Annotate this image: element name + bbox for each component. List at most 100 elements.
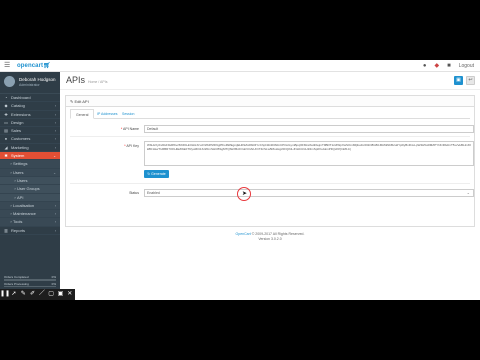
status-row: Status Enabled ⌄ ➤ (70, 187, 474, 204)
sidebar-item-system[interactable]: ✱ System ⌄ (0, 152, 60, 161)
sidebar-item-localisation[interactable]: › Localisation › (0, 201, 60, 211)
close-icon[interactable]: ✕ (65, 289, 74, 300)
chevron-icon: › (54, 137, 56, 142)
page-header: APIs Home / APIs ▣ ↩ (60, 72, 480, 90)
sidebar-item-label: Catalog (11, 103, 25, 109)
logo[interactable]: opencart🛒︎ (17, 62, 51, 70)
camera-icon[interactable]: ▣ (56, 289, 65, 300)
pointer-icon[interactable]: ➚ (9, 289, 18, 300)
sidebar-item-users[interactable]: › Users ⌄ (0, 168, 60, 177)
save-button[interactable]: ▣ (454, 76, 463, 85)
footer: OpenCart © 2009-2017 All Rights Reserved… (60, 232, 480, 241)
chevron-icon: ⌄ (53, 154, 56, 159)
sidebar-item-label: Tools (13, 219, 23, 225)
main-content: APIs Home / APIs ▣ ↩ ✎ Edit API General … (60, 72, 480, 300)
progress-bar (4, 279, 56, 281)
tab-general[interactable]: General (70, 109, 95, 119)
sidebar-item-label: Localisation (13, 202, 35, 208)
chevron-icon: › (54, 203, 56, 208)
logout-link[interactable]: Logout (459, 62, 474, 70)
television-icon: ▭ (4, 119, 8, 125)
sidebar-item-customers[interactable]: ● Customers › (0, 135, 60, 144)
sidebar-item-catalog[interactable]: ◆ Catalog › (0, 102, 60, 111)
breadcrumb[interactable]: Home / APIs (88, 80, 107, 84)
sidebar-item-reports[interactable]: ▥ Reports › (0, 227, 60, 236)
cart-icon: 🛒︎ (43, 63, 51, 69)
bar-chart-icon: ▥ (4, 227, 8, 233)
footer-copyright: © 2009-2017 All Rights Reserved. (250, 232, 305, 236)
sidebar-item-label: User Groups (17, 186, 40, 192)
sidebar-item-user-groups[interactable]: › User Groups (0, 185, 60, 194)
sidebar-item-sales[interactable]: ▤ Sales › (0, 127, 60, 136)
api-name-row: * API Name Default (70, 124, 474, 137)
sidebar-item-label: Extensions (11, 111, 31, 117)
sidebar-item-users[interactable]: › Users (0, 176, 60, 186)
sidebar-item-label: API (17, 194, 24, 200)
api-key-row: * API Key WbHxXyFs9GF9sRfbvc5t6FbHn0HtLX… (70, 141, 474, 184)
chevron-down-icon: ⌄ (466, 190, 470, 195)
status-select[interactable]: Enabled ⌄ ➤ (144, 187, 474, 201)
chevron-icon: › (54, 120, 56, 125)
top-header: ☰ opencart🛒︎ ● ◆ ■ Logout (0, 60, 480, 72)
sidebar-item-label: Users (17, 177, 28, 183)
header-actions: ● ◆ ■ Logout (423, 62, 474, 70)
store-icon[interactable]: ◆ (434, 62, 439, 70)
chevron-icon: › (54, 112, 56, 117)
highlighter-icon[interactable]: ✐ (28, 289, 37, 300)
api-key-label: * API Key (124, 144, 139, 148)
sidebar-item-label: Users (13, 169, 24, 175)
panel-heading: ✎ Edit API (66, 96, 474, 107)
pen-icon[interactable]: ✎ (19, 289, 28, 300)
help-icon[interactable]: ■ (447, 62, 451, 70)
edit-api-panel: ✎ Edit API General IP Addresses Session … (65, 95, 475, 227)
tabs: General IP Addresses Session (70, 109, 470, 119)
generate-button[interactable]: ↻ Generate (144, 170, 169, 178)
sidebar-item-api[interactable]: › API (0, 193, 60, 202)
sidebar-item-maintenance[interactable]: › Maintenance › (0, 210, 60, 219)
api-key-textarea[interactable]: WbHxXyFs9GF9sRfbvc5t6FbHn0HtLXrvcfzWt4fS… (144, 141, 474, 166)
sidebar-item-label: Sales (11, 128, 22, 134)
bell-icon[interactable]: ● (423, 62, 427, 70)
sidebar-item-marketing[interactable]: ◢ Marketing › (0, 144, 60, 153)
profile-name: Deborah Hodgson (19, 77, 56, 82)
tag-icon: ◆ (4, 103, 8, 109)
chevron-icon: › (54, 129, 56, 134)
sidebar-item-label: System (11, 153, 25, 159)
chevron-icon: › (54, 228, 56, 233)
sidebar-item-dashboard[interactable]: ◔ Dashboard (0, 94, 60, 103)
chevron-icon: ⌄ (53, 170, 56, 175)
sidebar-item-extensions[interactable]: ✚ Extensions › (0, 111, 60, 119)
user-icon: ● (4, 136, 8, 142)
sidebar-item-label: Customers (11, 136, 31, 142)
sidebar: Deborah Hodgson Administrator ◔ Dashboard… (0, 72, 60, 300)
rectangle-icon[interactable]: ▢ (46, 289, 55, 300)
tab-session[interactable]: Session (117, 109, 139, 119)
bars-icon[interactable]: ☰ (4, 62, 10, 70)
save-icon: ▣ (456, 77, 461, 83)
avatar[interactable] (4, 76, 15, 87)
mouse-pointer-icon: ➤ (242, 191, 248, 197)
sidebar-item-label: Settings (13, 161, 28, 167)
recorder-toolbar: ❚❚ ➚ ✎ ✐ ／ ▢ ▣ ✕ (0, 289, 75, 300)
sidebar-item-design[interactable]: ▭ Design › (0, 119, 60, 128)
sidebar-item-label: Reports (11, 227, 26, 233)
pause-icon[interactable]: ❚❚ (0, 289, 10, 300)
sidebar-item-label: Marketing (11, 144, 29, 150)
puzzle-icon: ✚ (4, 111, 8, 117)
page-title: APIs (66, 75, 86, 85)
api-name-input[interactable]: Default (144, 125, 474, 133)
share-icon: ◢ (4, 144, 8, 150)
chevron-icon: › (54, 104, 56, 109)
sidebar-item-tools[interactable]: › Tools › (0, 218, 60, 227)
profile: Deborah Hodgson Administrator (0, 72, 60, 94)
sidebar-item-settings[interactable]: › Settings (0, 160, 60, 169)
footer-link[interactable]: OpenCart (236, 232, 251, 236)
sidebar-item-label: Dashboard (11, 95, 31, 100)
line-icon[interactable]: ／ (37, 289, 46, 300)
chevron-icon: › (54, 220, 56, 225)
shopping-cart-icon: ▤ (4, 128, 8, 134)
panel-title: ✎ Edit API (70, 99, 89, 104)
profile-role: Administrator (19, 83, 40, 87)
footer-version: Version 3.0.2.0 (258, 236, 282, 241)
back-button[interactable]: ↩ (466, 76, 475, 85)
